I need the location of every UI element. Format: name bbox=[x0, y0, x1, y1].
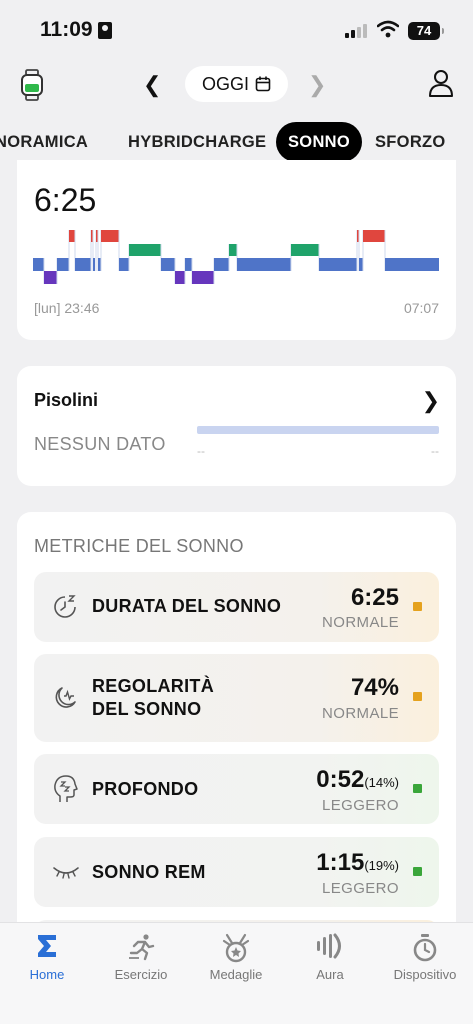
hypnogram-segment-deep bbox=[44, 271, 57, 284]
metric-status: LEGGERO bbox=[322, 880, 399, 897]
naps-dash-right: -- bbox=[431, 444, 439, 458]
medal-icon bbox=[222, 933, 250, 963]
hypnogram-segment-awake bbox=[69, 230, 75, 242]
tab-panoramica[interactable]: NORAMICA bbox=[0, 122, 88, 162]
battery-icon: 74 bbox=[408, 22, 444, 40]
nav-label: Aura bbox=[316, 967, 344, 982]
tab-sonno[interactable]: SONNO bbox=[276, 122, 363, 162]
watch-icon[interactable] bbox=[20, 69, 44, 101]
status-indicator bbox=[413, 784, 422, 793]
hypnogram-segment-rem bbox=[291, 244, 319, 256]
id-card-icon bbox=[98, 22, 112, 39]
naps-title: Pisolini bbox=[34, 390, 99, 410]
sleep-metrics-card: METRICHE DEL SONNO DURATA DEL SONNO 6:25… bbox=[17, 512, 456, 950]
sleep-start-time: [lun] 23:46 bbox=[34, 300, 100, 316]
nav-home[interactable]: Home bbox=[0, 923, 94, 993]
metric-label: SONNO REM bbox=[92, 862, 206, 882]
hypnogram-segment-light bbox=[385, 258, 439, 271]
metric-label: DURATA DEL SONNO bbox=[92, 596, 282, 616]
app-header: ❮ OGGI ❯ bbox=[0, 60, 473, 110]
aura-icon bbox=[317, 933, 341, 959]
hypnogram-segment-light bbox=[161, 258, 175, 271]
nav-label: Dispositivo bbox=[393, 967, 457, 982]
sleep-end-time: 07:07 bbox=[403, 300, 439, 316]
hypnogram-segment-light bbox=[185, 258, 192, 271]
hypnogram-segment-light bbox=[33, 258, 44, 271]
status-indicator bbox=[413, 602, 422, 611]
wifi-icon bbox=[377, 20, 399, 38]
date-label: OGGI bbox=[201, 73, 249, 94]
hypnogram-segment-awake bbox=[101, 230, 119, 242]
hypnogram-segment-light bbox=[214, 258, 229, 271]
hypnogram-segment-light bbox=[359, 258, 363, 271]
runner-icon bbox=[129, 934, 155, 961]
metric-label-line1: REGOLARITÀ bbox=[92, 676, 214, 696]
hypnogram-segment-light bbox=[93, 258, 95, 271]
hypnogram-segment-rem bbox=[229, 244, 237, 256]
nav-label: Medaglie bbox=[209, 967, 263, 982]
naps-card[interactable]: Pisolini ❯ NESSUN DATO -- -- bbox=[17, 366, 456, 486]
metric-label-line2: DEL SONNO bbox=[92, 699, 202, 719]
hypnogram-segment-rem bbox=[129, 244, 161, 256]
moon-pulse-icon bbox=[55, 687, 76, 708]
sigma-home-icon bbox=[38, 935, 56, 957]
metric-sleep-regularity[interactable]: REGOLARITÀ DEL SONNO 74% NORMALE bbox=[34, 654, 439, 742]
bottom-navigation: Home Esercizio Medaglie Aura Dispositivo bbox=[0, 922, 473, 1024]
metrics-title: METRICHE DEL SONNO bbox=[34, 536, 244, 556]
calendar-icon bbox=[255, 76, 271, 92]
tab-hybridcharge[interactable]: HYBRIDCHARGE bbox=[128, 122, 266, 162]
next-day-button[interactable]: ❯ bbox=[308, 72, 326, 98]
status-time: 11:09 bbox=[40, 18, 93, 41]
nav-label: Home bbox=[29, 967, 65, 982]
metric-status: LEGGERO bbox=[322, 797, 399, 814]
closed-eye-icon bbox=[53, 867, 79, 879]
metric-sleep-duration[interactable]: DURATA DEL SONNO 6:25 NORMALE bbox=[34, 572, 439, 642]
naps-dash-left: -- bbox=[197, 444, 205, 458]
chevron-right-icon[interactable]: ❯ bbox=[422, 388, 440, 414]
head-zz-icon bbox=[54, 775, 78, 802]
metric-rem-sleep[interactable]: SONNO REM 1:15(19%) LEGGERO bbox=[34, 837, 439, 907]
metric-value: 74% bbox=[350, 674, 399, 701]
hypnogram-segment-light bbox=[57, 258, 69, 271]
previous-day-button[interactable]: ❮ bbox=[143, 72, 161, 98]
sleep-duration: 6:25 bbox=[34, 182, 97, 218]
metric-label: PROFONDO bbox=[92, 779, 199, 799]
cellular-signal-icon bbox=[345, 24, 367, 38]
hypnogram-segment-awake bbox=[363, 230, 385, 242]
hypnogram-segment-deep bbox=[192, 271, 214, 284]
section-tabs: NORAMICA HYBRIDCHARGE SONNO SFORZO bbox=[0, 118, 473, 162]
metric-deep-sleep[interactable]: PROFONDO 0:52(14%) LEGGERO bbox=[34, 754, 439, 824]
sleep-hypnogram bbox=[33, 230, 439, 284]
user-profile-icon[interactable] bbox=[428, 69, 454, 97]
metric-value: 1:15(19%) bbox=[316, 849, 399, 876]
nav-exercise[interactable]: Esercizio bbox=[94, 923, 188, 993]
sleep-summary-card[interactable]: 6:25 [lun] 23:46 07:07 bbox=[17, 160, 456, 340]
metric-status: NORMALE bbox=[322, 614, 399, 631]
hypnogram-segment-light bbox=[119, 258, 129, 271]
hypnogram-segment-light bbox=[237, 258, 291, 271]
naps-timeline-bar bbox=[197, 426, 439, 434]
status-bar: 11:09 74 bbox=[0, 0, 473, 60]
status-indicator bbox=[413, 692, 422, 701]
clock-zz-icon bbox=[54, 595, 76, 618]
nav-label: Esercizio bbox=[114, 967, 168, 982]
date-selector[interactable]: OGGI bbox=[185, 66, 288, 102]
nav-medals[interactable]: Medaglie bbox=[189, 923, 283, 993]
metric-value: 0:52(14%) bbox=[316, 766, 399, 793]
metric-status: NORMALE bbox=[322, 705, 399, 722]
nav-aura[interactable]: Aura bbox=[283, 923, 377, 993]
stopwatch-icon bbox=[413, 934, 437, 962]
nav-device[interactable]: Dispositivo bbox=[378, 923, 472, 993]
hypnogram-segment-light bbox=[319, 258, 357, 271]
hypnogram-segment-deep bbox=[175, 271, 185, 284]
naps-no-data: NESSUN DATO bbox=[34, 434, 166, 454]
metric-value: 6:25 bbox=[350, 584, 399, 611]
hypnogram-segment-light bbox=[75, 258, 91, 271]
status-indicator bbox=[413, 867, 422, 876]
tab-sforzo[interactable]: SFORZO bbox=[375, 122, 446, 162]
